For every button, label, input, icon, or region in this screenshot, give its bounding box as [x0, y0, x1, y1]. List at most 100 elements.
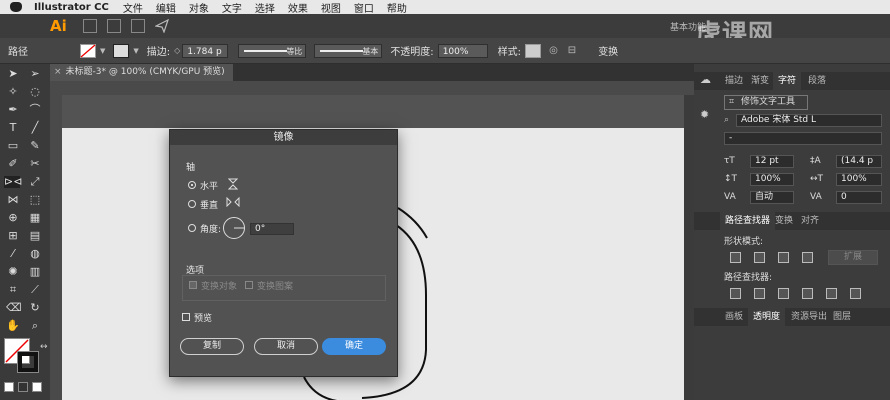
stroke-color-box[interactable]: [17, 351, 39, 373]
vertical-label[interactable]: 垂直: [200, 198, 218, 211]
swap-colors-icon[interactable]: ↔: [40, 342, 48, 352]
apple-icon[interactable]: [10, 2, 22, 12]
zoom-tool-icon[interactable]: ⌕: [28, 320, 42, 332]
tab-stroke[interactable]: 描边: [720, 72, 748, 90]
pencil-tool-icon[interactable]: ✐: [6, 158, 20, 170]
send-icon[interactable]: [153, 18, 169, 34]
minus-back-icon[interactable]: [850, 288, 861, 299]
crop-icon[interactable]: [802, 288, 813, 299]
selection-tool-icon[interactable]: ➤: [6, 68, 20, 80]
perspective-grid-icon[interactable]: ▦: [28, 212, 42, 224]
align-icon[interactable]: ⊟: [568, 45, 576, 56]
minus-front-icon[interactable]: [754, 252, 765, 263]
divide-icon[interactable]: [730, 288, 741, 299]
vertical-scrollbar[interactable]: [684, 95, 694, 400]
eraser-icon[interactable]: ⌫: [6, 302, 22, 314]
angle-radio[interactable]: [188, 224, 196, 232]
lasso-icon[interactable]: ◌: [28, 86, 42, 98]
type-tool-icon[interactable]: T: [6, 122, 20, 134]
touch-type-tool-button[interactable]: ⌗ 修饰文字工具: [724, 95, 808, 110]
shape-builder-icon[interactable]: ⊕: [6, 212, 20, 224]
paintbrush-icon[interactable]: ✎: [28, 140, 42, 152]
slice-tool-icon[interactable]: ⟋: [28, 284, 42, 296]
copy-button[interactable]: 复制: [180, 338, 244, 355]
menu-object[interactable]: 对象: [189, 0, 209, 15]
scissors-icon[interactable]: ✂: [28, 158, 42, 170]
hand-tool-icon[interactable]: ✋: [6, 320, 20, 332]
cancel-button[interactable]: 取消: [254, 338, 318, 355]
preview-label[interactable]: 预览: [194, 311, 212, 324]
menu-select[interactable]: 选择: [255, 0, 275, 15]
chevron-down-icon[interactable]: ▼: [133, 47, 138, 55]
graph-tool-icon[interactable]: ▥: [28, 266, 42, 278]
stock-icon[interactable]: [106, 19, 121, 33]
curvature-tool-icon[interactable]: ⌒: [28, 104, 42, 116]
stepper-icon[interactable]: ◇: [174, 46, 180, 55]
vertical-scale-field[interactable]: 100%: [750, 173, 794, 186]
document-tab[interactable]: × 未标题-3* @ 100% (CMYK/GPU 预览): [50, 64, 233, 81]
menu-view[interactable]: 视图: [321, 0, 341, 15]
preview-checkbox[interactable]: [182, 313, 190, 321]
horizontal-label[interactable]: 水平: [200, 179, 218, 192]
kerning-field[interactable]: 自动: [750, 191, 794, 204]
rotate-view-icon[interactable]: ↻: [28, 302, 42, 314]
angle-input[interactable]: 0°: [250, 223, 294, 235]
chevron-down-icon[interactable]: ▼: [100, 47, 105, 55]
magic-wand-icon[interactable]: ✧: [6, 86, 20, 98]
none-mode-icon[interactable]: [32, 382, 42, 392]
font-style-field[interactable]: -: [724, 132, 882, 145]
tab-align[interactable]: 对齐: [796, 212, 824, 230]
tab-artboards[interactable]: 画板: [720, 308, 748, 326]
menu-effect[interactable]: 效果: [288, 0, 308, 15]
menu-edit[interactable]: 编辑: [156, 0, 176, 15]
transform-objects-checkbox[interactable]: [189, 281, 197, 289]
tab-transparency[interactable]: 透明度: [748, 308, 786, 326]
eyedropper-icon[interactable]: ⁄: [6, 248, 20, 260]
stroke-weight-field[interactable]: 1.784 p: [182, 43, 229, 58]
merge-icon[interactable]: [778, 288, 789, 299]
swatches-icon[interactable]: ☁: [700, 73, 711, 86]
ok-button[interactable]: 确定: [322, 338, 386, 355]
gradient-mode-icon[interactable]: [18, 382, 28, 392]
tab-gradient[interactable]: 渐变: [746, 72, 774, 90]
menu-help[interactable]: 帮助: [387, 0, 407, 15]
color-mode-icon[interactable]: [4, 382, 14, 392]
width-tool-icon[interactable]: ⋈: [6, 194, 20, 206]
recolor-icon[interactable]: ◎: [549, 45, 558, 56]
horizontal-scale-field[interactable]: 100%: [836, 173, 882, 186]
tab-pathfinder[interactable]: 路径查找器: [720, 212, 776, 230]
artboard-tool-icon[interactable]: ⌗: [6, 284, 20, 296]
font-size-field[interactable]: 12 pt: [750, 155, 794, 168]
menu-file[interactable]: 文件: [123, 0, 143, 15]
menu-type[interactable]: 文字: [222, 0, 242, 15]
stroke-swatch[interactable]: [113, 43, 130, 58]
rectangle-tool-icon[interactable]: ▭: [6, 140, 20, 152]
vertical-radio[interactable]: [188, 200, 196, 208]
close-icon[interactable]: ×: [54, 67, 62, 77]
tab-layers[interactable]: 图层: [828, 308, 856, 326]
intersect-icon[interactable]: [778, 252, 789, 263]
unite-icon[interactable]: [730, 252, 741, 263]
transform-patterns-checkbox[interactable]: [245, 281, 253, 289]
angle-dial-icon[interactable]: [222, 216, 246, 240]
expand-button[interactable]: 扩展: [828, 250, 878, 265]
menu-window[interactable]: 窗口: [354, 0, 374, 15]
graphic-style-swatch[interactable]: [525, 43, 542, 58]
transform-label[interactable]: 变换: [598, 43, 618, 58]
horizontal-ruler[interactable]: [50, 81, 694, 96]
gradient-tool-icon[interactable]: ▤: [28, 230, 42, 242]
fill-swatch[interactable]: [80, 43, 96, 58]
angle-label[interactable]: 角度:: [200, 222, 221, 235]
tab-character[interactable]: 字符: [773, 72, 802, 90]
search-icon[interactable]: ⌕: [724, 115, 729, 125]
tab-transform[interactable]: 变换: [770, 212, 798, 230]
font-family-field[interactable]: Adobe 宋体 Std L: [736, 114, 882, 127]
horizontal-radio[interactable]: [188, 181, 196, 189]
exclude-icon[interactable]: [802, 252, 813, 263]
sun-icon[interactable]: ✹: [700, 108, 709, 121]
menu-app-name[interactable]: Illustrator CC: [34, 2, 109, 13]
brush-definition[interactable]: 基本: [314, 43, 383, 58]
line-tool-icon[interactable]: ╱: [28, 122, 42, 134]
variable-width-profile[interactable]: 等比: [238, 43, 307, 58]
free-transform-icon[interactable]: ⬚: [28, 194, 42, 206]
